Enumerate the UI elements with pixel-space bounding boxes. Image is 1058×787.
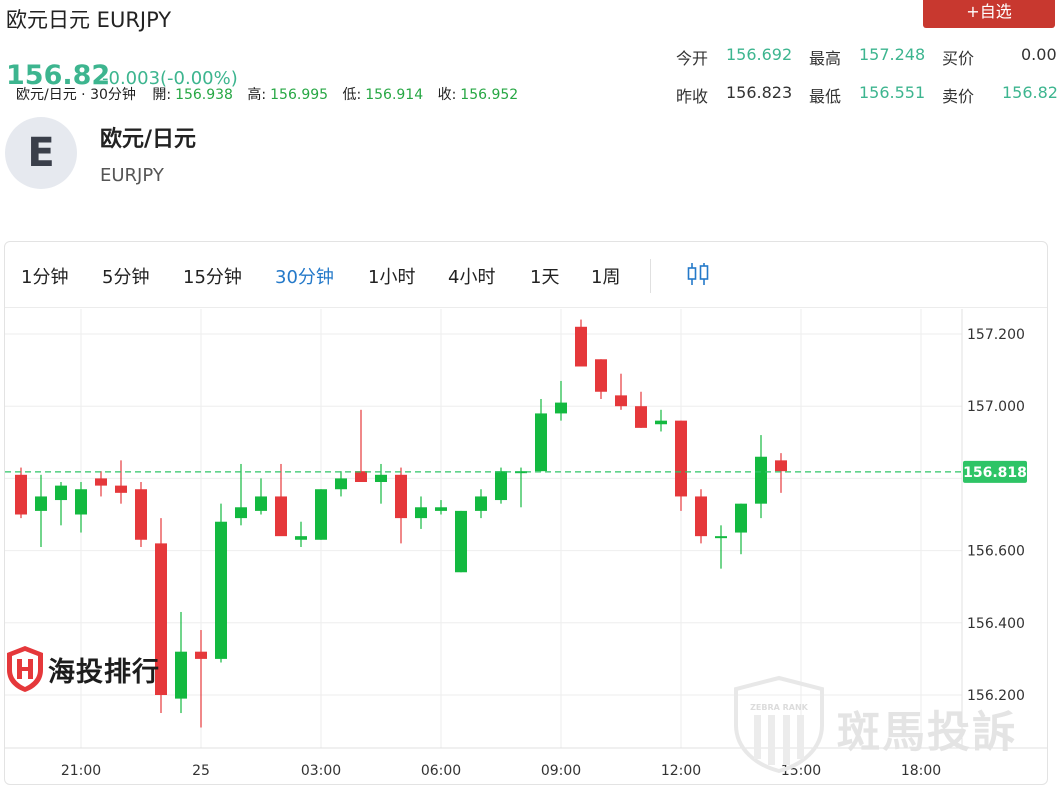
candle-up [535, 413, 547, 472]
legend-low-value: 156.914 [365, 87, 424, 103]
x-tick-label: 25 [192, 763, 210, 779]
x-tick-label: 12:00 [661, 763, 701, 779]
quote-page: 欧元日元 EURJPY +自选 156.82 -0.003(-0.00%) 今开… [0, 0, 1058, 787]
y-tick-label: 156.600 [967, 544, 1025, 560]
candle-up [655, 420, 667, 425]
candle-up [455, 510, 467, 573]
legend-close-label: 收: [437, 87, 457, 103]
haitou-shield-logo [7, 646, 43, 692]
candle-up [475, 496, 487, 511]
legend-high-value: 156.995 [270, 87, 329, 103]
candle-down [195, 651, 207, 659]
candle-up [755, 456, 767, 504]
candle-down [395, 474, 407, 519]
candle-down [595, 359, 607, 392]
zebra-watermark: 斑馬投訴 [837, 708, 1017, 758]
x-tick-label: 18:00 [901, 763, 941, 779]
candle-up [295, 536, 307, 540]
x-tick-label: 06:00 [421, 763, 461, 779]
candle-up [715, 536, 727, 539]
candle-down [615, 395, 627, 407]
candle-up [435, 507, 447, 511]
x-tick-label: 09:00 [541, 763, 581, 779]
candle-up [35, 496, 47, 511]
x-tick-label: 21:00 [61, 763, 101, 779]
y-tick-label: 156.400 [967, 616, 1025, 632]
candle-up [735, 503, 747, 533]
candle-up [555, 402, 567, 414]
candle-up [495, 471, 507, 501]
legend-open-label: 開: [152, 87, 172, 103]
candle-up [55, 485, 67, 501]
ohlc-legend: 欧元/日元 · 30分钟 開: 156.938 高: 156.995 低: 156.9… [16, 84, 528, 104]
candle-up [215, 521, 227, 659]
zebra-badge-text: ZEBRA RANK [750, 703, 809, 712]
zebra-badge-logo: ZEBRA RANK [734, 675, 824, 773]
legend-close-value: 156.952 [460, 87, 519, 103]
candle-up [235, 507, 247, 519]
candle-up [335, 478, 347, 490]
x-tick-label: 03:00 [301, 763, 341, 779]
legend-open-value: 156.938 [175, 87, 233, 103]
candle-up [315, 489, 327, 540]
legend-low-label: 低: [342, 87, 362, 103]
candle-up [255, 496, 267, 511]
candle-down [15, 474, 27, 515]
candle-down [775, 460, 787, 472]
candle-up [415, 507, 427, 519]
candle-down [135, 489, 147, 540]
legend-series: 欧元/日元 · 30分钟 [16, 87, 136, 103]
candle-down [675, 420, 687, 497]
candle-up [375, 474, 387, 483]
candle-down [695, 496, 707, 537]
candle-down [115, 485, 127, 493]
candle-down [275, 496, 287, 537]
candle-up [175, 651, 187, 699]
last-price-label: 156.818 [963, 465, 1027, 481]
candle-down [575, 326, 587, 367]
haitou-watermark: 海投排行 [48, 657, 160, 688]
candle-down [635, 406, 647, 428]
y-tick-label: 157.200 [967, 327, 1025, 343]
candle-down [355, 471, 367, 483]
y-tick-label: 157.000 [967, 399, 1025, 415]
candle-down [95, 478, 107, 486]
legend-high-label: 高: [247, 87, 267, 103]
candle-up [75, 489, 87, 515]
